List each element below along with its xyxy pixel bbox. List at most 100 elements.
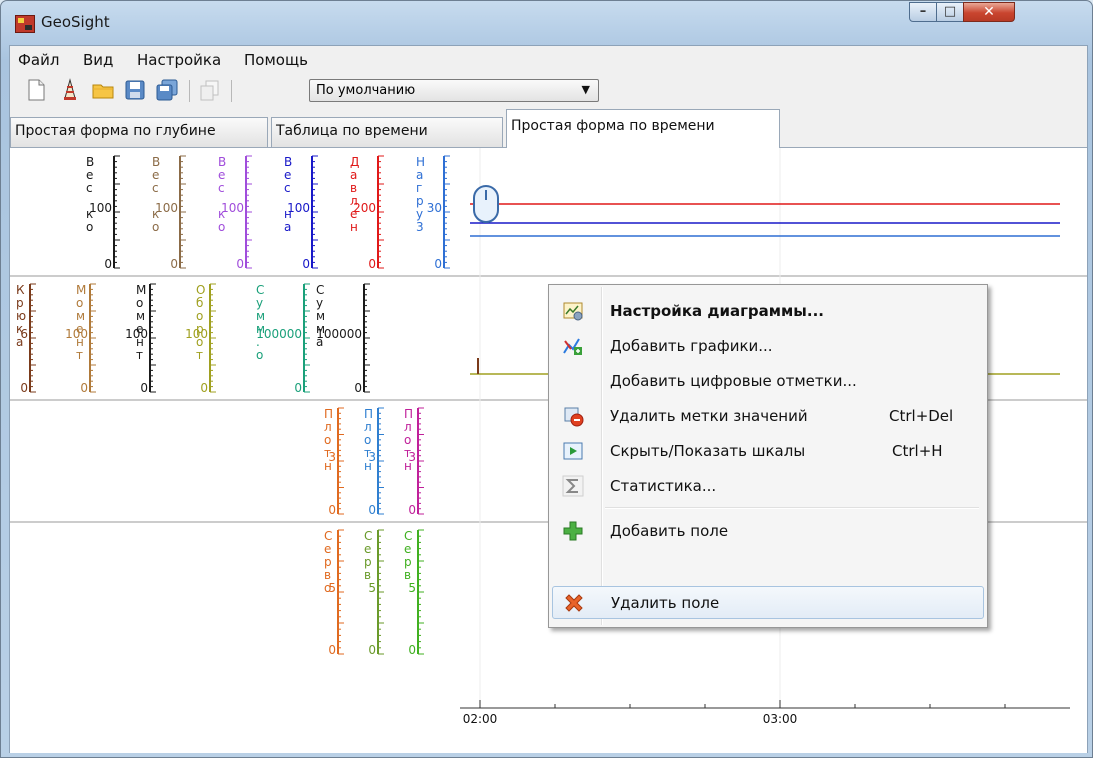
scale-min-label: 0: [200, 381, 208, 395]
preset-dropdown[interactable]: По умолчанию ▼: [309, 79, 599, 102]
title-bar[interactable]: GeoSight – □ ✕: [1, 1, 1092, 45]
close-icon: ✕: [983, 4, 995, 20]
scale-name-letter: р: [324, 555, 332, 569]
menu-view[interactable]: Вид: [83, 51, 113, 69]
scale-name-letter: о: [256, 348, 263, 362]
toolbar: По умолчанию ▼: [10, 74, 1087, 108]
menu-file[interactable]: Файл: [18, 51, 59, 69]
scale-min-label: 0: [354, 381, 362, 395]
plus-icon: [563, 521, 583, 541]
menu-item-label: Статистика...: [610, 477, 717, 495]
scale-min-label: 0: [408, 503, 416, 517]
add-graphs-icon: [563, 338, 582, 355]
minimize-button[interactable]: –: [909, 2, 937, 22]
scale-name-letter: Н: [416, 155, 425, 169]
scale-name-letter: о: [196, 309, 203, 323]
menu-settings[interactable]: Настройка: [137, 51, 221, 69]
scale-name-letter: о: [404, 433, 411, 447]
scale-name-letter: у: [416, 207, 423, 221]
scale-name-letter: е: [218, 168, 225, 182]
scale-name-letter: е: [284, 168, 291, 182]
scale-name-letter: в: [350, 181, 357, 195]
scale-name-letter: С: [256, 283, 264, 297]
open-folder-icon[interactable]: [91, 78, 115, 102]
scale-name-letter: м: [316, 309, 325, 323]
menu-item-chart-settings[interactable]: Настройка диаграммы...: [552, 295, 984, 328]
drilling-rig-icon[interactable]: [58, 78, 82, 102]
menu-item-add-digital-marks[interactable]: Добавить цифровые отметки...: [552, 365, 984, 398]
scale-min-label: 0: [368, 257, 376, 271]
toolbar-separator: [231, 80, 232, 102]
scale-max-label: 200: [353, 201, 376, 215]
scale-name-letter: С: [404, 529, 412, 543]
menu-item-add-field[interactable]: Добавить поле: [552, 515, 984, 548]
scale-name-letter: у: [316, 296, 323, 310]
tab-depth-form[interactable]: Простая форма по глубине: [10, 117, 268, 147]
scale-name-letter: с: [152, 181, 159, 195]
scale-name-letter: в: [364, 568, 371, 582]
menu-item-remove-value-labels[interactable]: Удалить метки значений Ctrl+Del: [552, 400, 984, 433]
time-tick-label: 03:00: [763, 712, 798, 726]
scale-name-letter: у: [256, 296, 263, 310]
menu-item-shortcut: Ctrl+H: [892, 442, 943, 460]
menu-item-remove-field[interactable]: Удалить поле: [552, 586, 984, 619]
scale-name-letter: а: [284, 220, 291, 234]
scale-name-letter: р: [404, 555, 412, 569]
scale-min-label: 0: [368, 643, 376, 657]
scale-name-letter: р: [16, 296, 24, 310]
close-button[interactable]: ✕: [963, 2, 1015, 22]
menu-item-label: Добавить поле: [610, 522, 729, 540]
scale-name-letter: т: [136, 348, 143, 362]
scale-min-label: 0: [294, 381, 302, 395]
scale-name-letter: К: [16, 283, 25, 297]
scale-name-letter: о: [364, 433, 371, 447]
scale-max-label: 3: [408, 450, 416, 464]
scale-name-letter: С: [324, 529, 332, 543]
scale-name-letter: С: [364, 529, 372, 543]
preset-dropdown-value: По умолчанию: [316, 83, 416, 98]
menu-separator: [605, 507, 979, 509]
scale-min-label: 0: [140, 381, 148, 395]
menu-item-statistics[interactable]: Статистика...: [552, 470, 984, 503]
menu-item-add-graphs[interactable]: Добавить графики...: [552, 330, 984, 363]
menu-item-label: Добавить цифровые отметки...: [610, 372, 857, 390]
tab-time-form[interactable]: Простая форма по времени: [506, 109, 780, 148]
scale-name-letter: е: [404, 542, 411, 556]
menu-bar: Файл Вид Настройка Помощь: [10, 46, 1087, 72]
scale-name-letter: П: [364, 407, 373, 421]
scale-max-label: 100000: [256, 327, 302, 341]
scale-name-letter: П: [324, 407, 333, 421]
scale-name-letter: а: [350, 168, 357, 182]
app-logo-icon: [15, 15, 35, 33]
toggle-scales-icon: [563, 442, 583, 460]
scale-min-label: 0: [328, 503, 336, 517]
menu-item-toggle-scales[interactable]: Скрыть/Показать шкалы Ctrl+H: [552, 435, 984, 468]
scale-name-letter: т: [196, 348, 203, 362]
tab-time-table[interactable]: Таблица по времени: [271, 117, 503, 147]
scale-name-letter: т: [76, 348, 83, 362]
scale-name-letter: ю: [16, 309, 26, 323]
scale-name-letter: о: [152, 220, 159, 234]
menu-help[interactable]: Помощь: [244, 51, 308, 69]
save-all-icon[interactable]: [155, 78, 179, 102]
scale-max-label: 30: [427, 201, 442, 215]
save-icon[interactable]: [123, 78, 147, 102]
scale-name-letter: м: [256, 309, 265, 323]
new-document-icon[interactable]: [24, 78, 48, 102]
scale-max-label: 100: [89, 201, 112, 215]
tab-bar: Простая форма по глубине Таблица по врем…: [10, 109, 1087, 148]
scale-max-label: 5: [408, 581, 416, 595]
scale-name-letter: с: [86, 181, 93, 195]
minimize-icon: –: [919, 4, 927, 19]
scale-name-letter: р: [364, 555, 372, 569]
chart-settings-icon: [563, 302, 583, 321]
maximize-button[interactable]: □: [936, 2, 964, 22]
sigma-icon: [562, 475, 584, 497]
copy-icon[interactable]: [198, 78, 222, 102]
scale-name-letter: б: [196, 296, 203, 310]
scale-min-label: 0: [434, 257, 442, 271]
scale-name-letter: е: [86, 168, 93, 182]
chevron-down-icon: ▼: [581, 83, 590, 96]
scale-max-label: 3: [328, 450, 336, 464]
scale-max-label: 100: [65, 327, 88, 341]
